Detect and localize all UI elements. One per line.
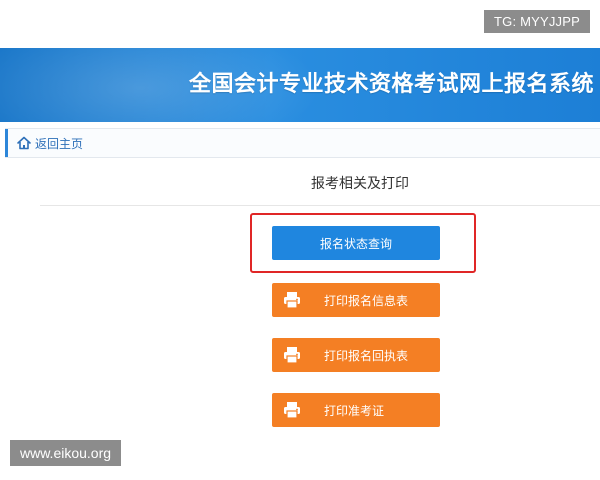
site-title: 全国会计专业技术资格考试网上报名系统	[188, 72, 594, 97]
header-banner: 全国会计专业技术资格考试网上报名系统	[0, 48, 600, 122]
breadcrumb-accent-bar	[5, 129, 8, 157]
print-registration-receipt-label: 打印报名回执表	[324, 348, 409, 363]
print-admission-ticket-label: 打印准考证	[324, 403, 385, 418]
section-divider	[40, 205, 600, 206]
print-registration-receipt-button[interactable]: 打印报名回执表	[272, 338, 440, 372]
breadcrumb: 返回主页	[5, 128, 600, 158]
print-admission-ticket-button[interactable]: 打印准考证	[272, 393, 440, 427]
print-registration-info-label: 打印报名信息表	[324, 293, 409, 308]
print-registration-info-button[interactable]: 打印报名信息表	[272, 283, 440, 317]
home-link[interactable]: 返回主页	[16, 135, 83, 152]
watermark-bottom: www.eikou.org	[10, 440, 122, 466]
printer-icon	[282, 400, 302, 420]
printer-icon	[282, 345, 302, 365]
printer-icon	[282, 290, 302, 310]
section-title: 报考相关及打印	[311, 176, 409, 192]
home-link-label: 返回主页	[35, 136, 84, 151]
home-icon	[16, 135, 32, 151]
watermark-top: TG: MYYJJPP	[484, 10, 590, 33]
status-query-button[interactable]: 报名状态查询	[272, 226, 440, 260]
status-query-button-label: 报名状态查询	[319, 236, 392, 251]
